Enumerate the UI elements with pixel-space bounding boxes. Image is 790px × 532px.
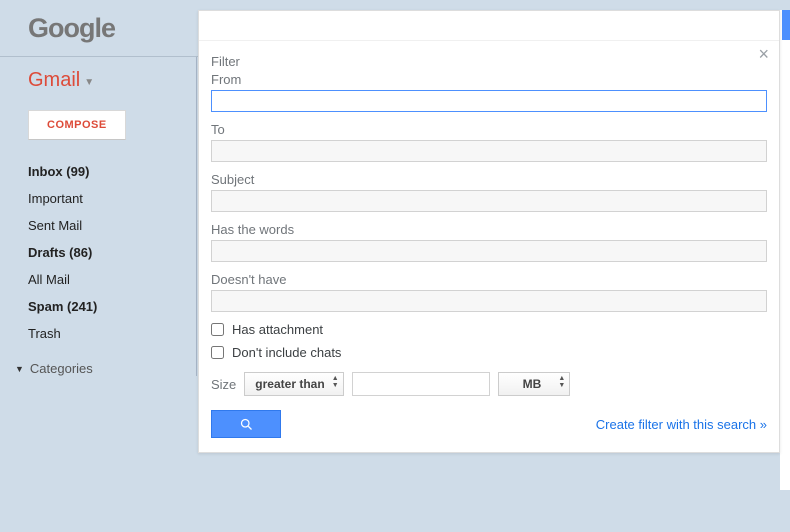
- size-unit-select[interactable]: MB ▲▼: [498, 372, 571, 396]
- chevron-down-icon: ▼: [84, 77, 94, 88]
- right-blue-accent: [782, 10, 790, 40]
- has-attachment-checkbox[interactable]: [211, 323, 224, 336]
- nav-all-mail[interactable]: All Mail: [28, 266, 196, 293]
- size-value-input[interactable]: [352, 372, 490, 396]
- compose-button[interactable]: COMPOSE: [28, 110, 126, 140]
- nav-trash[interactable]: Trash: [28, 320, 196, 347]
- dont-include-chats-label: Don't include chats: [232, 345, 341, 360]
- to-label: To: [211, 122, 767, 137]
- filter-title: Filter: [211, 54, 767, 69]
- nav-important[interactable]: Important: [28, 185, 196, 212]
- nav-drafts[interactable]: Drafts (86): [28, 239, 196, 266]
- stepper-arrows-icon: ▲▼: [332, 375, 339, 389]
- nav-folder-list: Inbox (99) Important Sent Mail Drafts (8…: [0, 158, 196, 347]
- app-switcher[interactable]: Gmail ▼: [0, 69, 196, 92]
- dialog-top-strip: [199, 11, 779, 41]
- size-row: Size greater than ▲▼ MB ▲▼: [211, 372, 767, 396]
- stepper-arrows-icon: ▲▼: [558, 375, 565, 389]
- subject-input[interactable]: [211, 190, 767, 212]
- dont-include-chats-row[interactable]: Don't include chats: [211, 345, 767, 360]
- caret-down-icon: ▼: [15, 364, 24, 374]
- from-label: From: [211, 72, 767, 87]
- size-unit-value: MB: [523, 377, 542, 391]
- doesnt-have-input[interactable]: [211, 290, 767, 312]
- nav-categories[interactable]: ▼ Categories: [0, 347, 196, 376]
- nav-spam[interactable]: Spam (241): [28, 293, 196, 320]
- search-icon: [239, 417, 254, 432]
- subject-label: Subject: [211, 172, 767, 187]
- search-button[interactable]: [211, 410, 281, 438]
- to-input[interactable]: [211, 140, 767, 162]
- size-operator-select[interactable]: greater than ▲▼: [244, 372, 343, 396]
- create-filter-link[interactable]: Create filter with this search »: [596, 417, 767, 432]
- nav-sent[interactable]: Sent Mail: [28, 212, 196, 239]
- gmail-label: Gmail: [28, 69, 80, 92]
- filter-dialog: × Filter From To Subject Has the words D…: [198, 10, 780, 453]
- right-panel-strip: [780, 10, 790, 490]
- has-attachment-row[interactable]: Has attachment: [211, 322, 767, 337]
- has-words-label: Has the words: [211, 222, 767, 237]
- from-input[interactable]: [211, 90, 767, 112]
- close-icon[interactable]: ×: [758, 45, 769, 63]
- dont-include-chats-checkbox[interactable]: [211, 346, 224, 359]
- size-operator-value: greater than: [255, 377, 324, 391]
- nav-inbox[interactable]: Inbox (99): [28, 158, 196, 185]
- categories-label: Categories: [30, 361, 93, 376]
- sidebar: Gmail ▼ COMPOSE Inbox (99) Important Sen…: [0, 57, 197, 376]
- has-words-input[interactable]: [211, 240, 767, 262]
- google-logo: Google: [28, 13, 115, 44]
- size-label: Size: [211, 377, 236, 392]
- has-attachment-label: Has attachment: [232, 322, 323, 337]
- doesnt-have-label: Doesn't have: [211, 272, 767, 287]
